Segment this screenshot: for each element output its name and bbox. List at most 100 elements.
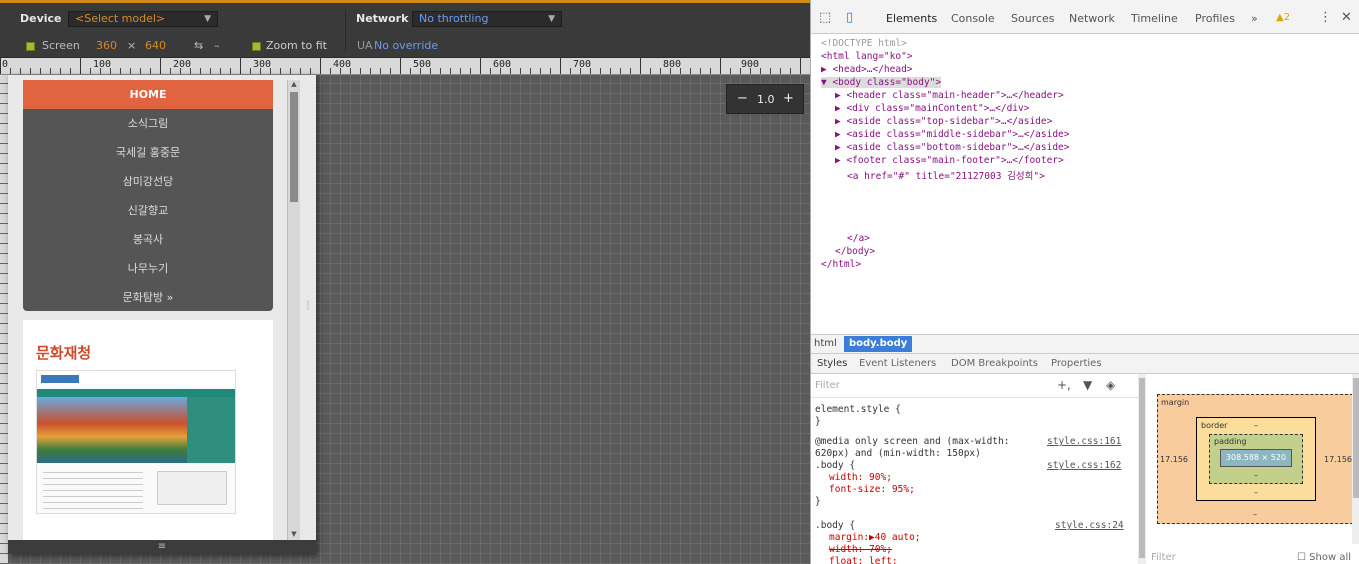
more-tabs-icon[interactable]: » [1251, 12, 1258, 25]
style-rule[interactable]: element.style { [815, 404, 901, 415]
screen-checkbox[interactable] [26, 42, 35, 51]
website-thumbnail-image[interactable] [36, 370, 236, 514]
margin-right-value[interactable]: 17.156 [1324, 455, 1352, 464]
tab-sources[interactable]: Sources [1011, 12, 1055, 25]
thumbnail-sidebar [187, 397, 235, 463]
source-link[interactable]: style.css:162 [1047, 460, 1121, 471]
nav-item[interactable]: 삼미강선당 [23, 167, 273, 196]
nav-item[interactable]: 소식그림 [23, 109, 273, 138]
box-model-padding[interactable]: padding – 308.588 × 520 [1209, 434, 1303, 484]
box-model-border[interactable]: border – – padding – 308.588 × 520 [1196, 417, 1316, 501]
zoom-out-button[interactable]: − [737, 91, 748, 106]
style-rule: } [815, 496, 821, 507]
style-property[interactable]: margin:▶40 auto; [829, 532, 921, 543]
computed-filter-input[interactable]: Filter [1151, 552, 1176, 563]
tab-elements[interactable]: Elements [886, 12, 937, 25]
margin-bottom-value[interactable]: – [1253, 510, 1257, 519]
resize-handle-bottom[interactable]: ≡ [8, 540, 316, 554]
dom-node[interactable]: <!DOCTYPE html> [821, 38, 907, 49]
dom-node[interactable]: </html> [821, 259, 861, 270]
style-property[interactable]: font-size: 95%; [829, 484, 915, 495]
tab-network[interactable]: Network [1069, 12, 1115, 25]
dom-node[interactable]: ▶ <aside class="bottom-sidebar">…</aside… [835, 142, 1070, 153]
nav-item[interactable]: 나무누기 [23, 254, 273, 283]
source-link[interactable]: style.css:24 [1055, 520, 1124, 531]
zoom-fit-checkbox[interactable] [252, 42, 261, 51]
menu-icon[interactable]: ⋮ [1319, 10, 1332, 25]
border-label: border [1201, 421, 1228, 430]
close-icon[interactable]: ✕ [1341, 10, 1352, 25]
dom-node-selected[interactable]: ▼ <body class="body"> [821, 77, 942, 88]
style-selector[interactable]: .body { [815, 520, 855, 531]
device-scrollbar[interactable]: ▲ ▼ [287, 80, 300, 540]
dom-node[interactable]: </body> [835, 246, 875, 257]
border-top-value[interactable]: – [1254, 421, 1258, 430]
box-model-content[interactable]: 308.588 × 520 [1220, 449, 1292, 467]
dom-node[interactable]: <a href="#" title="21127003 김성희"> [847, 168, 1045, 182]
dom-node[interactable]: <html lang="ko"> [821, 51, 913, 62]
scrollbar-thumb[interactable] [290, 92, 298, 202]
ruler-label: 100 [93, 59, 112, 70]
breadcrumb-html[interactable]: html [814, 338, 837, 349]
dom-node[interactable]: ▶ <div class="mainContent">…</div> [835, 103, 1029, 114]
screen-width-input[interactable]: 360 [96, 39, 117, 52]
scrollbar-thumb[interactable] [1139, 378, 1145, 558]
color-format-icon[interactable]: ◈ [1106, 378, 1115, 392]
nav-item-home[interactable]: HOME [23, 80, 273, 109]
style-property[interactable]: float: left; [829, 556, 898, 564]
inspect-element-icon[interactable]: ⬚ [819, 10, 831, 25]
nav-item[interactable]: 문화탐방 » [23, 283, 273, 312]
dom-node[interactable]: ▶ <footer class="main-footer">…</footer> [835, 155, 1064, 166]
resize-handle-right[interactable]: ‖ [300, 300, 316, 320]
style-selector[interactable]: .body { [815, 460, 855, 471]
tab-properties[interactable]: Properties [1051, 358, 1102, 369]
ruler-label: 200 [173, 59, 192, 70]
ua-value[interactable]: No override [374, 39, 438, 52]
nav-item[interactable]: 봉곡사 [23, 225, 273, 254]
dom-node[interactable]: ▶ <aside class="middle-sidebar">…</aside… [835, 129, 1070, 140]
scroll-down-icon[interactable]: ▼ [288, 530, 300, 540]
styles-scrollbar[interactable] [1138, 374, 1146, 564]
box-model-margin[interactable]: margin 17.156 17.156 – border – – paddin… [1157, 394, 1353, 524]
margin-left-value[interactable]: 17.156 [1160, 455, 1188, 464]
toolbar-divider [345, 10, 346, 52]
style-property-overridden[interactable]: width: 70%; [829, 544, 892, 555]
dom-node[interactable]: ▶ <head>…</head> [821, 64, 913, 75]
new-rule-icon[interactable]: +, [1057, 378, 1071, 392]
show-all-checkbox[interactable]: ☐ Show all [1297, 552, 1351, 563]
border-bottom-value[interactable]: – [1254, 488, 1258, 497]
tab-event-listeners[interactable]: Event Listeners [859, 358, 936, 369]
warning-count-badge[interactable]: ▲2 [1276, 12, 1290, 23]
screen-height-input[interactable]: 640 [145, 39, 166, 52]
vertical-ruler [0, 75, 8, 564]
swap-dimensions-icon[interactable]: ⇆ [194, 39, 203, 52]
tab-profiles[interactable]: Profiles [1195, 12, 1235, 25]
tab-dom-breakpoints[interactable]: DOM Breakpoints [951, 358, 1038, 369]
tab-console[interactable]: Console [951, 12, 995, 25]
device-mode-icon[interactable]: ▯ [846, 10, 853, 25]
dom-tree: <!DOCTYPE html> <html lang="ko"> ▶ <head… [811, 34, 1359, 334]
style-rule: } [815, 416, 821, 427]
dom-node[interactable]: ▶ <aside class="top-sidebar">…</aside> [835, 116, 1052, 127]
dom-node[interactable]: </a> [847, 233, 870, 244]
nav-item[interactable]: 신갈향교 [23, 196, 273, 225]
tab-timeline[interactable]: Timeline [1131, 12, 1178, 25]
styles-filter[interactable]: Filter +, ▼ ◈ [811, 374, 1146, 398]
network-select[interactable]: No throttling ▼ [412, 11, 562, 27]
device-select[interactable]: <Select model> ▼ [68, 11, 218, 27]
box-model-scrollbar[interactable] [1352, 374, 1359, 544]
padding-bottom-value[interactable]: – [1254, 471, 1258, 480]
thumbnail-hero-image [37, 397, 187, 463]
breadcrumb-body[interactable]: body.body [844, 336, 913, 352]
scroll-up-icon[interactable]: ▲ [288, 80, 300, 90]
scrollbar-thumb[interactable] [1353, 378, 1359, 498]
tab-styles[interactable]: Styles [817, 358, 847, 369]
dom-node[interactable]: ▶ <header class="main-header">…</header> [835, 90, 1064, 101]
nav-item[interactable]: 국세길 홍중문 [23, 138, 273, 167]
style-property[interactable]: width: 90%; [829, 472, 892, 483]
styles-filter-input[interactable]: Filter [815, 380, 840, 391]
pin-icon[interactable]: ▼ [1083, 378, 1092, 392]
ruler-label: 800 [663, 59, 682, 70]
zoom-in-button[interactable]: + [783, 91, 794, 106]
source-link[interactable]: style.css:161 [1047, 436, 1121, 447]
